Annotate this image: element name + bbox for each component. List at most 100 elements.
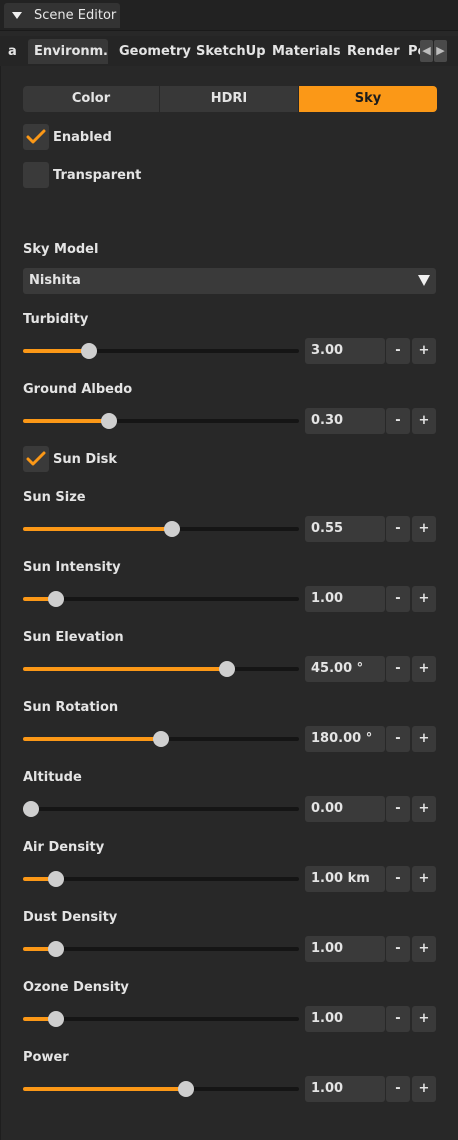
checkmark-icon — [26, 451, 46, 466]
altitude-value: 0.00 — [311, 801, 344, 816]
slider-fill — [23, 737, 161, 741]
slider-handle[interactable] — [164, 521, 181, 537]
tab-geometry[interactable]: Geometry — [119, 39, 191, 64]
slider-track — [23, 597, 299, 601]
air-density-increment-button[interactable]: + — [412, 866, 436, 892]
dust-density-value: 1.00 — [311, 941, 344, 956]
slider-track — [23, 877, 299, 881]
ozone-density-increment-button[interactable]: + — [412, 1006, 436, 1032]
transparent-label: Transparent — [53, 168, 142, 183]
ground-albedo-increment-button[interactable]: + — [412, 408, 436, 434]
altitude-slider[interactable] — [23, 798, 299, 820]
tab-cut-off-left[interactable]: a — [8, 39, 22, 64]
enabled-label: Enabled — [53, 130, 112, 145]
mode-hdri-button[interactable]: HDRI — [160, 86, 298, 112]
turbidity-slider[interactable] — [23, 340, 299, 362]
air-density-label: Air Density — [23, 840, 105, 855]
air-density-slider[interactable] — [23, 868, 299, 890]
altitude-value-field[interactable]: 0.00 — [305, 796, 385, 822]
tab-materials[interactable]: Materials — [272, 39, 341, 64]
sun-rotation-value-field[interactable]: 180.00 ° — [305, 726, 385, 752]
collapse-triangle-icon[interactable] — [12, 12, 22, 19]
transparent-checkbox[interactable] — [23, 162, 49, 188]
slider-fill — [23, 667, 228, 671]
sun-elevation-decrement-button[interactable]: - — [386, 656, 410, 682]
sun-intensity-label: Sun Intensity — [23, 560, 121, 575]
ground-albedo-value: 0.30 — [311, 413, 344, 428]
dust-density-decrement-button[interactable]: - — [386, 936, 410, 962]
slider-handle[interactable] — [48, 871, 65, 887]
panel-title-tab[interactable]: Scene Editor — [4, 3, 120, 28]
sun-intensity-decrement-button[interactable]: - — [386, 586, 410, 612]
sun-size-value-field[interactable]: 0.55 — [305, 516, 385, 542]
ground-albedo-decrement-button[interactable]: - — [386, 408, 410, 434]
power-decrement-button[interactable]: - — [386, 1076, 410, 1102]
sun-elevation-value-field[interactable]: 45.00 ° — [305, 656, 385, 682]
slider-handle[interactable] — [48, 591, 65, 607]
air-density-value: 1.00 km — [311, 871, 370, 886]
sun-size-increment-button[interactable]: + — [412, 516, 436, 542]
turbidity-label: Turbidity — [23, 312, 89, 327]
turbidity-increment-button[interactable]: + — [412, 338, 436, 364]
sky-model-select[interactable]: Nishita — [23, 268, 436, 294]
sun-disk-label: Sun Disk — [53, 452, 118, 467]
air-density-decrement-button[interactable]: - — [386, 866, 410, 892]
slider-handle[interactable] — [153, 731, 169, 747]
sun-elevation-slider[interactable] — [23, 658, 299, 680]
sun-rotation-slider[interactable] — [23, 728, 299, 750]
ozone-density-slider[interactable] — [23, 1008, 299, 1030]
turbidity-value-field[interactable]: 3.00 — [305, 338, 385, 364]
slider-track — [23, 1017, 299, 1021]
sun-rotation-increment-button[interactable]: + — [412, 726, 436, 752]
sun-elevation-value: 45.00 ° — [311, 661, 364, 676]
air-density-value-field[interactable]: 1.00 km — [305, 866, 385, 892]
tab-render[interactable]: Render — [347, 39, 400, 64]
slider-track — [23, 947, 299, 951]
ground-albedo-value-field[interactable]: 0.30 — [305, 408, 385, 434]
sun-intensity-increment-button[interactable]: + — [412, 586, 436, 612]
ozone-density-label: Ozone Density — [23, 980, 129, 995]
slider-handle[interactable] — [81, 343, 98, 359]
tab-cut-off-right[interactable]: Po — [408, 39, 420, 64]
mode-sky-button[interactable]: Sky — [299, 86, 437, 112]
ground-albedo-slider[interactable] — [23, 410, 299, 432]
ozone-density-value-field[interactable]: 1.00 — [305, 1006, 385, 1032]
sun-size-decrement-button[interactable]: - — [386, 516, 410, 542]
sun-rotation-decrement-button[interactable]: - — [386, 726, 410, 752]
sun-disk-checkbox[interactable] — [23, 446, 49, 472]
slider-handle[interactable] — [177, 1081, 194, 1097]
power-value-field[interactable]: 1.00 — [305, 1076, 385, 1102]
sun-intensity-value-field[interactable]: 1.00 — [305, 586, 385, 612]
sun-intensity-slider[interactable] — [23, 588, 299, 610]
dust-density-value-field[interactable]: 1.00 — [305, 936, 385, 962]
sun-intensity-value: 1.00 — [311, 591, 344, 606]
altitude-decrement-button[interactable]: - — [386, 796, 410, 822]
enabled-checkbox[interactable] — [23, 124, 49, 150]
tab-sketchup[interactable]: SketchUp — [196, 39, 266, 64]
altitude-increment-button[interactable]: + — [412, 796, 436, 822]
ozone-density-value: 1.00 — [311, 1011, 344, 1026]
ozone-density-decrement-button[interactable]: - — [386, 1006, 410, 1032]
sun-size-slider[interactable] — [23, 518, 299, 540]
scroll-left-icon[interactable]: ◀ — [420, 40, 433, 62]
turbidity-value: 3.00 — [311, 343, 344, 358]
sun-size-label: Sun Size — [23, 490, 86, 505]
slider-handle[interactable] — [219, 661, 236, 677]
slider-handle[interactable] — [48, 941, 65, 957]
sky-model-label: Sky Model — [23, 242, 99, 257]
dust-density-slider[interactable] — [23, 938, 299, 960]
mode-color-button[interactable]: Color — [23, 86, 159, 112]
dust-density-increment-button[interactable]: + — [412, 936, 436, 962]
slider-handle[interactable] — [48, 1011, 65, 1027]
scroll-right-icon[interactable]: ▶ — [434, 40, 447, 62]
power-increment-button[interactable]: + — [412, 1076, 436, 1102]
turbidity-decrement-button[interactable]: - — [386, 338, 410, 364]
sun-rotation-label: Sun Rotation — [23, 700, 119, 715]
power-slider[interactable] — [23, 1078, 299, 1100]
ground-albedo-label: Ground Albedo — [23, 382, 133, 397]
slider-handle[interactable] — [100, 413, 117, 429]
tab-environment[interactable]: Environm… — [28, 39, 108, 64]
sun-elevation-increment-button[interactable]: + — [412, 656, 436, 682]
slider-handle[interactable] — [23, 801, 40, 817]
panel-title: Scene Editor — [34, 8, 117, 23]
